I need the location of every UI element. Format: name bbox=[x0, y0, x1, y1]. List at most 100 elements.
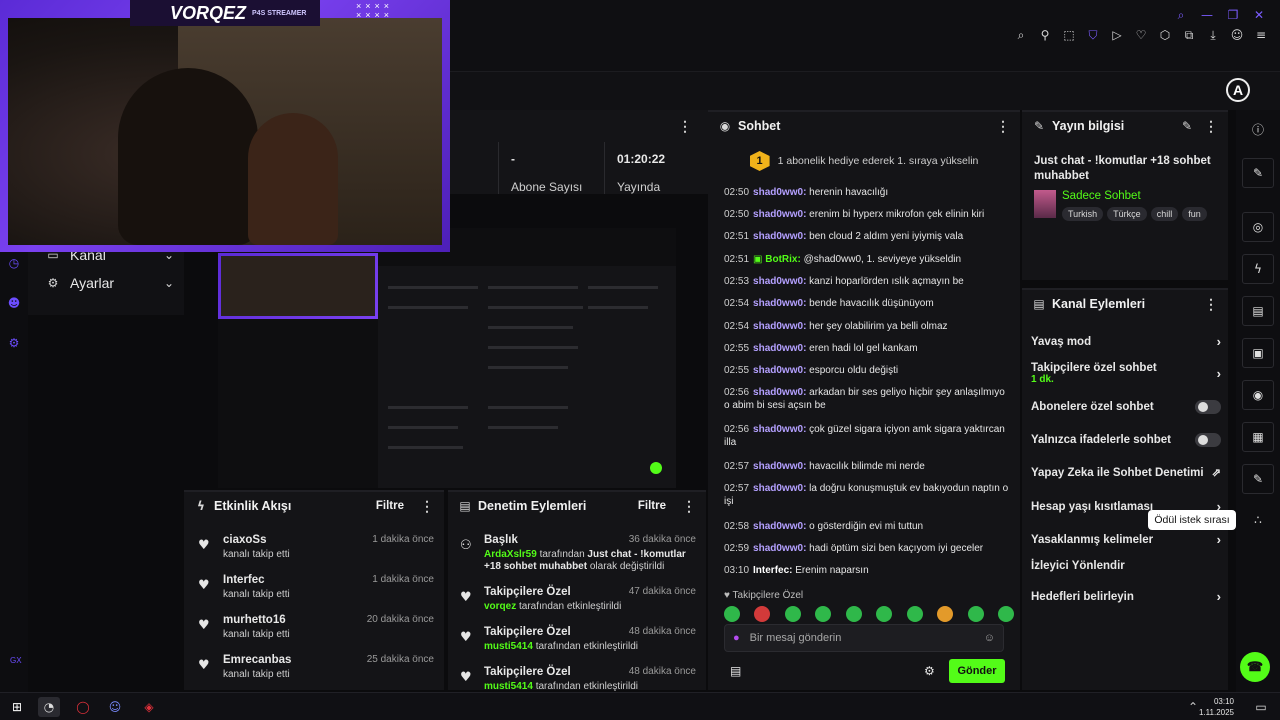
channel-action-item[interactable]: Abonelere özel sohbet bbox=[1031, 400, 1221, 414]
windows-start-icon[interactable]: ⊞ bbox=[6, 697, 28, 717]
close-icon[interactable]: ✕ bbox=[1252, 8, 1266, 22]
bolt-icon[interactable]: ϟ bbox=[1242, 254, 1274, 284]
chat-message[interactable]: 02:57 shad0ww0: la doğru konuşmuştuk ev b… bbox=[724, 482, 1009, 508]
play-icon[interactable]: ▷ bbox=[1110, 28, 1124, 42]
category[interactable]: Sadece Sohbet Turkish Türkçe chill fun bbox=[1034, 190, 1226, 222]
chat-message[interactable]: 02:53 shad0ww0: kanzi hoparlörden ıslık a… bbox=[724, 275, 1009, 288]
puzzle-icon[interactable]: ⧉ bbox=[1182, 28, 1196, 42]
category-name[interactable]: Sadece Sohbet bbox=[1062, 190, 1141, 202]
document-icon[interactable]: ▤ bbox=[1242, 296, 1274, 326]
clock-icon[interactable]: ◷ bbox=[7, 256, 21, 270]
app-icon-opera[interactable]: ◯ bbox=[72, 697, 94, 717]
shield-icon[interactable]: ⛉ bbox=[1086, 28, 1100, 42]
channel-action-item[interactable]: Takipçilere özel sohbet 1 dk. › bbox=[1031, 362, 1221, 385]
help-icon[interactable]: ☎ bbox=[1240, 652, 1270, 682]
profile-icon[interactable]: ☺ bbox=[1230, 28, 1244, 42]
emote[interactable] bbox=[724, 606, 740, 622]
emote[interactable] bbox=[967, 606, 984, 622]
emoji-icon[interactable]: ☺ bbox=[984, 632, 995, 644]
chat-input[interactable]: ● Bir mesaj gönderin ☺ bbox=[724, 624, 1004, 652]
chat-message[interactable]: 02:50 shad0ww0: herenin havacılığı bbox=[724, 186, 1009, 199]
mic-icon[interactable]: ● bbox=[733, 632, 740, 644]
chat-message[interactable]: 02:57 shad0ww0: havacılık bilimde mi nerd… bbox=[724, 460, 1009, 473]
pencil-icon[interactable]: ✎ bbox=[1242, 158, 1274, 188]
tag[interactable]: Turkish bbox=[1062, 207, 1104, 221]
chat-message[interactable]: 02:50 shad0ww0: erenim bi hyperx mikrofon… bbox=[724, 208, 1009, 221]
channel-action-item[interactable]: Yalnızca ifadelerle sohbet bbox=[1031, 433, 1221, 447]
channel-action-item[interactable]: Yasaklanmış kelimeler › bbox=[1031, 532, 1221, 547]
chat-menu-icon[interactable]: ⋮ bbox=[996, 118, 1010, 135]
chat-message[interactable]: 02:54 shad0ww0: her şey olabilirim ya bel… bbox=[724, 320, 1009, 333]
rewards-queue-icon[interactable]: ∴ bbox=[1242, 506, 1274, 536]
chat-bubble-icon[interactable]: ▣ bbox=[1242, 338, 1274, 368]
maximize-icon[interactable]: ❐ bbox=[1226, 8, 1240, 22]
chat-message[interactable]: 02:56 shad0ww0: arkadan bir ses geliyo hi… bbox=[724, 386, 1009, 412]
chat-message[interactable]: 02:51 ▣ BotRix: @shad0ww0, 1. seviyeye yü… bbox=[724, 253, 1009, 266]
zoom-icon[interactable]: ⌕ bbox=[1014, 28, 1028, 42]
tag[interactable]: chill bbox=[1150, 207, 1179, 221]
menu-icon[interactable]: ≡ bbox=[1254, 28, 1268, 42]
search-icon[interactable]: ⌕ bbox=[1174, 8, 1188, 22]
tag[interactable]: Türkçe bbox=[1107, 207, 1147, 221]
app-icon-generic[interactable]: ◈ bbox=[138, 697, 160, 717]
clock[interactable]: 03:10 1.11.2025 bbox=[1199, 696, 1234, 718]
channel-action-item[interactable]: Hedefleri belirleyin › bbox=[1031, 589, 1221, 604]
stream-preview[interactable] bbox=[218, 228, 676, 488]
sub-gift-banner[interactable]: 1 1 abonelik hediye ederek 1. sıraya yük… bbox=[708, 144, 1020, 178]
app-icon-discord[interactable]: ☺ bbox=[104, 697, 126, 717]
filter-button[interactable]: Filtre bbox=[638, 500, 666, 512]
emote[interactable] bbox=[876, 606, 893, 622]
kick-logo-icon[interactable]: A bbox=[1226, 78, 1250, 102]
chat-settings-icon[interactable]: ⚙ bbox=[924, 664, 935, 678]
chat-message[interactable]: 02:51 shad0ww0: ben cloud 2 aldım yeni iy… bbox=[724, 230, 1009, 243]
chat-message[interactable]: 02:55 shad0ww0: eren hadi lol gel kankam bbox=[724, 342, 1009, 355]
tag[interactable]: fun bbox=[1182, 207, 1207, 221]
chat-message[interactable]: 02:54 shad0ww0: bende havacılık düşünüyom bbox=[724, 297, 1009, 310]
more-icon[interactable]: ⋮ bbox=[1204, 296, 1218, 313]
chat-message[interactable]: 02:55 shad0ww0: esporcu oldu değişti bbox=[724, 364, 1009, 377]
rank-badge: 1 bbox=[749, 151, 770, 171]
screenshot-icon[interactable]: ⬚ bbox=[1062, 28, 1076, 42]
filter-button[interactable]: Filtre bbox=[376, 500, 404, 512]
pin-icon[interactable]: ⚲ bbox=[1038, 28, 1052, 42]
edit-icon[interactable]: ✎ bbox=[1180, 119, 1194, 133]
info-icon[interactable]: ⓘ bbox=[1242, 116, 1274, 146]
emote[interactable] bbox=[815, 606, 832, 622]
chat-message[interactable]: 02:58 shad0ww0: o gösterdiğin evi mi tutt… bbox=[724, 520, 1009, 533]
settings-icon[interactable]: ⚙ bbox=[7, 336, 21, 350]
download-icon[interactable]: ⤓ bbox=[1206, 28, 1220, 42]
app-icon-obs[interactable]: ◔ bbox=[38, 697, 60, 717]
emote[interactable] bbox=[906, 606, 923, 622]
toggle-switch[interactable] bbox=[1195, 400, 1221, 414]
broadcast-icon[interactable]: ◉ bbox=[1242, 380, 1274, 410]
emote[interactable] bbox=[845, 606, 862, 622]
moderation-panel: ▤ Denetim Eylemleri Filtre ⋮ ⚇ Başlık Arda… bbox=[448, 490, 706, 692]
target-icon[interactable]: ◎ bbox=[1242, 212, 1274, 242]
channel-action-item[interactable]: Yapay Zeka ile Sohbet Denetimi ⇗ bbox=[1031, 466, 1221, 480]
chat-message[interactable]: 02:59 shad0ww0: hadi öptüm sizi ben kaçıy… bbox=[724, 542, 1009, 555]
toggle-switch[interactable] bbox=[1195, 433, 1221, 447]
emote[interactable] bbox=[754, 606, 771, 622]
chat-message[interactable]: 02:56 shad0ww0: çok güzel sigara içiyon a… bbox=[724, 423, 1009, 449]
chat-message[interactable]: 03:10 Interfec: Erenim naparsın bbox=[724, 564, 1009, 577]
users-icon[interactable]: ☻ bbox=[7, 296, 21, 310]
cube-icon[interactable]: ⬡ bbox=[1158, 28, 1172, 42]
channel-action-item[interactable]: Yavaş mod › bbox=[1031, 334, 1221, 349]
emote[interactable] bbox=[937, 606, 954, 622]
more-icon[interactable]: ⋮ bbox=[682, 498, 696, 515]
sidebar-item-label: Ayarlar bbox=[70, 275, 115, 291]
tool-icon[interactable]: ✎ bbox=[1242, 464, 1274, 494]
layout-icon[interactable]: ▦ bbox=[1242, 422, 1274, 452]
notification-icon[interactable]: ▭ bbox=[1250, 697, 1272, 717]
store-icon[interactable]: ▤ bbox=[730, 664, 741, 678]
emote[interactable] bbox=[784, 606, 801, 622]
emote[interactable] bbox=[997, 606, 1014, 622]
sidebar-item-ayarlar[interactable]: ⚙ Ayarlar ⌄ bbox=[46, 275, 176, 291]
heart-icon[interactable]: ♡ bbox=[1134, 28, 1148, 42]
minimize-icon[interactable]: — bbox=[1200, 8, 1214, 22]
more-icon[interactable]: ⋮ bbox=[420, 498, 434, 515]
send-button[interactable]: Gönder bbox=[949, 659, 1005, 683]
more-icon[interactable]: ⋮ bbox=[678, 118, 692, 135]
channel-action-item[interactable]: İzleyici Yönlendir bbox=[1031, 560, 1221, 572]
more-icon[interactable]: ⋮ bbox=[1204, 118, 1218, 135]
